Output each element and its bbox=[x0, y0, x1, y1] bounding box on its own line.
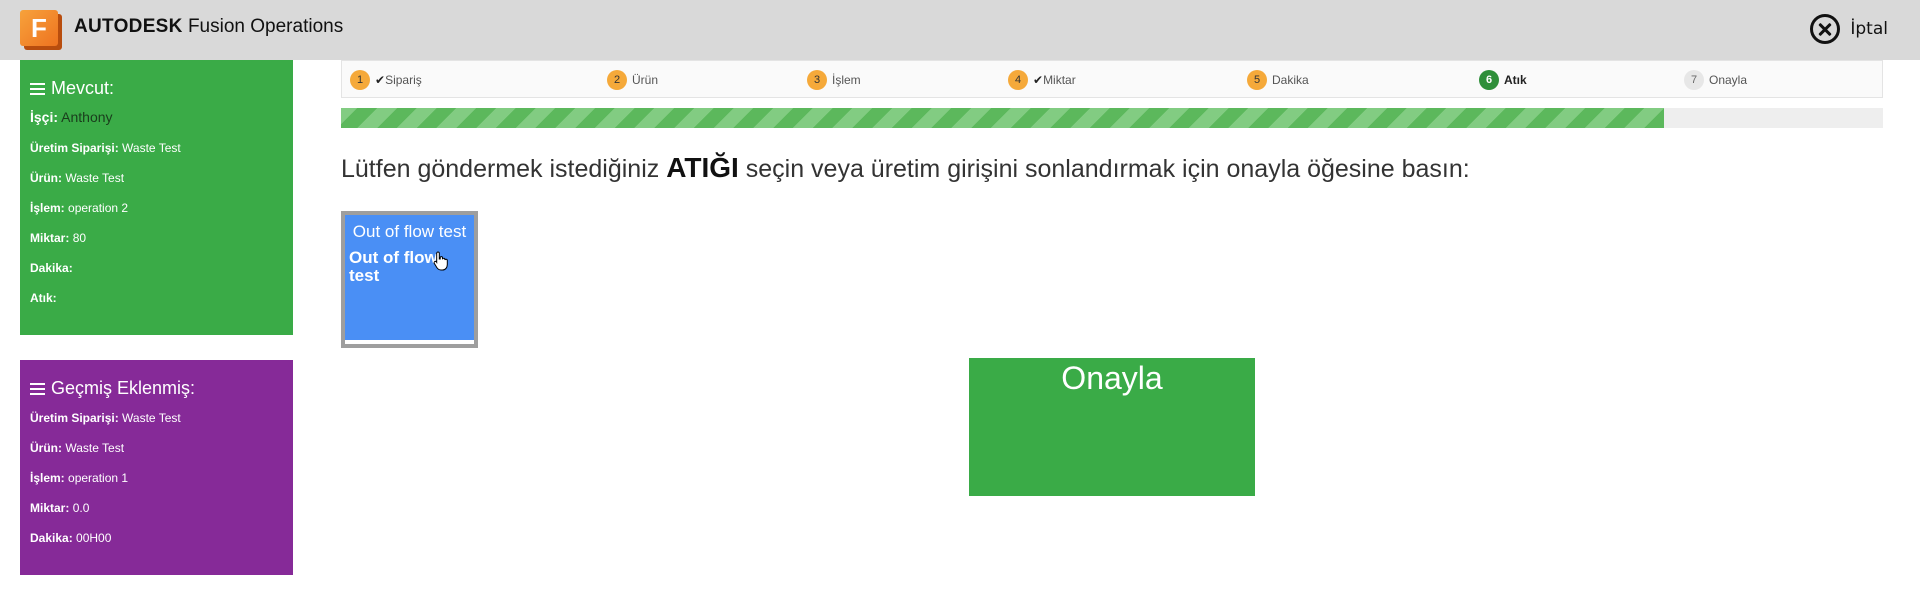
history-row-value: Waste Test bbox=[65, 441, 125, 455]
step-label: İşlem bbox=[832, 73, 861, 87]
app-header: F AUTODESK Fusion Operations İptal bbox=[0, 0, 1920, 60]
waste-item-underline bbox=[345, 340, 474, 344]
waste-item-tile[interactable]: Out of flow test Out of flow test bbox=[341, 211, 478, 348]
current-row-label: Miktar: bbox=[30, 231, 70, 245]
history-row: Miktar: 0.0 bbox=[30, 499, 283, 529]
history-row-label: İşlem: bbox=[30, 471, 65, 485]
step-7[interactable]: 7 Onayla bbox=[1684, 70, 1747, 90]
step-label: Atık bbox=[1504, 73, 1527, 87]
confirm-label[interactable]: Onayla bbox=[1061, 360, 1162, 396]
current-row-value: Waste Test bbox=[122, 141, 181, 155]
history-row: Dakika: 00H00 bbox=[30, 529, 283, 559]
cancel-label[interactable]: İptal bbox=[1850, 19, 1888, 39]
step-4[interactable]: 4 ✔Miktar bbox=[1008, 70, 1076, 90]
waste-item-title[interactable]: Out of flow test bbox=[345, 215, 474, 243]
menu-icon bbox=[30, 382, 45, 395]
step-number: 4 bbox=[1008, 70, 1028, 90]
current-row-label: Üretim Siparişi: bbox=[30, 141, 119, 155]
step-label: Dakika bbox=[1272, 73, 1309, 87]
current-row: Miktar: 80 bbox=[30, 229, 283, 259]
current-row: İşlem: operation 2 bbox=[30, 199, 283, 229]
app-brand: AUTODESK Fusion Operations bbox=[74, 16, 343, 38]
wizard-steps: 1 ✔Sipariş 2 Ürün 3 İşlem 4 ✔Miktar 5 Dakika 6 Atık… bbox=[341, 60, 1883, 98]
step-number: 2 bbox=[607, 70, 627, 90]
worker-info: İşçi: Anthony bbox=[30, 109, 113, 125]
history-row: Ürün: Waste Test bbox=[30, 439, 283, 469]
history-panel-title: Geçmiş Eklenmiş: bbox=[30, 378, 283, 399]
step-number: 3 bbox=[807, 70, 827, 90]
current-panel-title: Mevcut: bbox=[30, 78, 283, 99]
cancel-button[interactable]: İptal bbox=[1810, 14, 1888, 44]
progress-bar bbox=[341, 108, 1883, 128]
history-row-label: Ürün: bbox=[30, 441, 62, 455]
step-label: Miktar bbox=[1043, 73, 1076, 87]
fusion-logo-icon: F bbox=[20, 10, 62, 50]
current-panel: Mevcut: İşçi: Anthony Üretim Siparişi: W… bbox=[20, 60, 293, 335]
confirm-button[interactable]: Onayla bbox=[969, 358, 1255, 496]
step-1[interactable]: 1 ✔Sipariş bbox=[350, 70, 422, 90]
step-5[interactable]: 5 Dakika bbox=[1247, 70, 1309, 90]
close-circle-icon[interactable] bbox=[1810, 14, 1841, 44]
current-row: Ürün: Waste Test bbox=[30, 169, 283, 199]
history-row-value: operation 1 bbox=[68, 471, 129, 485]
current-row: Atık: bbox=[30, 289, 283, 319]
check-icon: ✔ bbox=[1033, 73, 1044, 87]
menu-icon bbox=[30, 82, 45, 95]
history-row: İşlem: operation 1 bbox=[30, 469, 283, 499]
current-row-label: Atık: bbox=[30, 291, 57, 305]
progress-fill bbox=[341, 108, 1665, 128]
step-number: 1 bbox=[350, 70, 370, 90]
check-icon: ✔ bbox=[375, 73, 386, 87]
current-row-label: Dakika: bbox=[30, 261, 73, 275]
step-label: Sipariş bbox=[385, 73, 422, 87]
current-row-label: İşlem: bbox=[30, 201, 65, 215]
history-row-value: Waste Test bbox=[122, 411, 181, 425]
brand-autodesk: AUTODESK bbox=[74, 16, 183, 37]
current-row: Üretim Siparişi: Waste Test bbox=[30, 139, 283, 169]
history-row-value: 00H00 bbox=[76, 531, 112, 545]
current-row: Dakika: bbox=[30, 259, 283, 289]
step-6[interactable]: 6 Atık bbox=[1479, 70, 1527, 90]
current-row-value: operation 2 bbox=[68, 201, 129, 215]
history-row: Üretim Siparişi: Waste Test bbox=[30, 409, 283, 439]
history-row-label: Üretim Siparişi: bbox=[30, 411, 119, 425]
waste-item-subtitle[interactable]: Out of flow test bbox=[345, 243, 474, 285]
step-number: 7 bbox=[1684, 70, 1704, 90]
instruction-text: Lütfen göndermek istediğiniz ATIĞI seçin… bbox=[341, 152, 1470, 183]
brand-product: Fusion Operations bbox=[187, 16, 344, 37]
step-2[interactable]: 2 Ürün bbox=[607, 70, 658, 90]
current-row-value: 80 bbox=[72, 231, 87, 245]
history-panel: Geçmiş Eklenmiş: Üretim Siparişi: Waste … bbox=[20, 360, 293, 575]
current-row-label: Ürün: bbox=[30, 171, 62, 185]
instruction-emphasis: ATIĞI bbox=[666, 152, 739, 183]
history-row-label: Miktar: bbox=[30, 501, 70, 515]
hand-pointer-cursor-icon bbox=[433, 251, 448, 271]
history-row-label: Dakika: bbox=[30, 531, 73, 545]
current-row-value: Waste Test bbox=[65, 171, 125, 185]
history-row-value: 0.0 bbox=[72, 501, 90, 515]
step-label: Ürün bbox=[632, 73, 659, 87]
step-3[interactable]: 3 İşlem bbox=[807, 70, 861, 90]
step-number: 6 bbox=[1479, 70, 1499, 90]
step-label: Onayla bbox=[1709, 73, 1748, 87]
step-number: 5 bbox=[1247, 70, 1267, 90]
